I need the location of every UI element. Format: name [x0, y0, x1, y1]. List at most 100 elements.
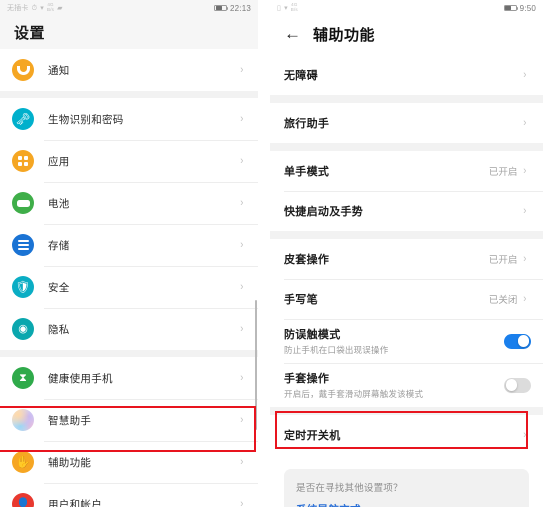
- apps-grid-icon: [12, 150, 34, 172]
- list-item-label: 快捷启动及手势: [284, 206, 364, 218]
- sidebar-item-smart-assistant[interactable]: 智慧助手 ›: [0, 399, 258, 441]
- status-time: 9:50: [519, 3, 536, 13]
- list-item-label: 无障碍: [284, 70, 318, 82]
- page-title: 辅助功能: [313, 27, 376, 44]
- list-item-description: 开启后，戴手套滑动屏幕触发该模式: [284, 389, 424, 399]
- list-item-shortcuts-gestures[interactable]: 快捷启动及手势 ›: [270, 191, 543, 231]
- list-item-label: 用户和帐户: [48, 498, 102, 507]
- ai-orb-icon: [12, 409, 34, 431]
- shield-check-icon: 🛡: [12, 276, 34, 298]
- status-badge: 已开启: [488, 255, 518, 266]
- accessibility-group-3: 单手模式 已开启 › 快捷启动及手势 ›: [270, 151, 543, 231]
- camera-icon: ▰: [57, 4, 63, 12]
- bell-icon: [12, 59, 34, 81]
- left-status-bar: 无插卡 ⏱ ▾ 4G B/s ▰ 22:13: [0, 0, 258, 16]
- suggestion-card: 是否在寻找其他设置项？ 系统导航方式: [284, 469, 529, 507]
- list-item-label: 手套操作: [284, 373, 330, 385]
- list-item-barrier-free[interactable]: 无障碍 ›: [270, 55, 543, 95]
- sidebar-item-biometrics[interactable]: 🗝 生物识别和密码 ›: [0, 98, 258, 140]
- toggle-glove-mode[interactable]: [504, 377, 531, 393]
- group-divider: [0, 350, 258, 357]
- list-item-label: 存储: [48, 239, 70, 252]
- page-title: 设置: [14, 25, 46, 42]
- chevron-right-icon: ›: [240, 64, 244, 76]
- toggle-pocket-mode[interactable]: [504, 333, 531, 349]
- suggestion-link[interactable]: 系统导航方式: [296, 502, 517, 507]
- user-icon: 👤: [12, 493, 34, 507]
- battery-icon: [503, 4, 519, 12]
- list-item-label: 皮套操作: [284, 254, 330, 266]
- left-status-icons: 无插卡 ⏱ ▾ 4G B/s ▰: [7, 2, 63, 12]
- chevron-right-icon: ›: [523, 253, 527, 265]
- chevron-right-icon: ›: [523, 293, 527, 305]
- storage-icon: [12, 234, 34, 256]
- sim-card-icon: ▯: [277, 4, 282, 12]
- list-item-case-operation[interactable]: 皮套操作 已开启 ›: [270, 239, 543, 279]
- list-item-label: 单手模式: [284, 166, 330, 178]
- list-item-stylus[interactable]: 手写笔 已关闭 ›: [270, 279, 543, 319]
- right-status-right: 9:50: [503, 3, 536, 13]
- list-item-label: 电池: [48, 197, 70, 210]
- chevron-right-icon: ›: [240, 239, 244, 251]
- sim-carrier-label: 无插卡: [7, 4, 29, 12]
- group-divider: [270, 143, 543, 151]
- list-item-label: 隐私: [48, 323, 70, 336]
- right-phone-screen: ▯ ▾ 4G B/s 9:50 ← 辅助功能 无障碍 › 旅行助手 › 单手模式…: [270, 0, 543, 507]
- list-item-scheduled-power[interactable]: 定时开关机 ›: [270, 415, 543, 455]
- alarm-icon: ⏱: [31, 4, 38, 12]
- list-item-label: 防误触模式: [284, 329, 341, 341]
- privacy-lock-icon: ◉: [12, 318, 34, 340]
- chevron-right-icon: ›: [240, 498, 244, 507]
- scrollbar-thumb[interactable]: [254, 300, 257, 430]
- battery-icon: [12, 192, 34, 214]
- settings-group-1: 通知 ›: [0, 49, 258, 91]
- list-item-label: 定时开关机: [284, 430, 341, 442]
- list-item-travel-assistant[interactable]: 旅行助手 ›: [270, 103, 543, 143]
- chevron-right-icon: ›: [523, 69, 527, 81]
- sidebar-item-storage[interactable]: 存储 ›: [0, 224, 258, 266]
- key-icon: 🗝: [12, 108, 34, 130]
- settings-group-2: 🗝 生物识别和密码 › 应用 › 电池 › 存储 › 🛡 安全 › ◉ 隐私 ›: [0, 98, 258, 350]
- left-phone-screen: 无插卡 ⏱ ▾ 4G B/s ▰ 22:13 设置 通知 › 🗝 生物识别和密码…: [0, 0, 258, 507]
- list-item-label: 辅助功能: [48, 456, 92, 469]
- accessibility-group-5: 定时开关机 ›: [270, 415, 543, 455]
- sidebar-item-privacy[interactable]: ◉ 隐私 ›: [0, 308, 258, 350]
- sidebar-item-security[interactable]: 🛡 安全 ›: [0, 266, 258, 308]
- list-item-one-hand-mode[interactable]: 单手模式 已开启 ›: [270, 151, 543, 191]
- status-badge: 已关闭: [488, 295, 518, 306]
- dual-phone-screenshot: 无插卡 ⏱ ▾ 4G B/s ▰ 22:13 设置 通知 › 🗝 生物识别和密码…: [0, 0, 543, 507]
- sidebar-item-apps[interactable]: 应用 ›: [0, 140, 258, 182]
- group-divider: [0, 91, 258, 98]
- sidebar-item-accessibility[interactable]: ✋ 辅助功能 ›: [0, 441, 258, 483]
- sidebar-item-digital-balance[interactable]: ⧗ 健康使用手机 ›: [0, 357, 258, 399]
- right-status-bar: ▯ ▾ 4G B/s 9:50: [270, 0, 543, 16]
- network-speed-unit: B/s: [290, 7, 298, 12]
- accessibility-group-1: 无障碍 ›: [270, 55, 543, 95]
- chevron-right-icon: ›: [240, 323, 244, 335]
- list-item-glove-mode[interactable]: 手套操作 开启后，戴手套滑动屏幕触发该模式: [270, 363, 543, 407]
- chevron-right-icon: ›: [240, 414, 244, 426]
- panel-separator: [258, 0, 270, 507]
- group-divider: [270, 407, 543, 415]
- chevron-right-icon: ›: [240, 281, 244, 293]
- chevron-right-icon: ›: [240, 372, 244, 384]
- list-item-label: 智慧助手: [48, 414, 92, 427]
- suggestion-question: 是否在寻找其他设置项？: [296, 483, 403, 494]
- sidebar-item-battery[interactable]: 电池 ›: [0, 182, 258, 224]
- list-item-pocket-mode[interactable]: 防误触模式 防止手机在口袋出现误操作: [270, 319, 543, 363]
- wifi-icon: ▾: [284, 4, 288, 12]
- status-time: 22:13: [229, 3, 251, 13]
- back-arrow-icon[interactable]: ←: [284, 25, 301, 42]
- sidebar-item-notifications[interactable]: 通知 ›: [0, 49, 258, 91]
- sidebar-item-users-accounts[interactable]: 👤 用户和帐户 ›: [0, 483, 258, 507]
- list-item-label: 生物识别和密码: [48, 113, 124, 126]
- network-speed-indicator: 4G B/s: [290, 2, 298, 12]
- right-status-icons: ▯ ▾ 4G B/s: [277, 2, 298, 12]
- group-divider: [270, 231, 543, 239]
- group-divider: [270, 95, 543, 103]
- chevron-right-icon: ›: [523, 429, 527, 441]
- list-item-label: 应用: [48, 155, 70, 168]
- chevron-right-icon: ›: [523, 165, 527, 177]
- hand-icon: ✋: [12, 451, 34, 473]
- accessibility-group-4: 皮套操作 已开启 › 手写笔 已关闭 › 防误触模式 防止手机在口袋出现误操作 …: [270, 239, 543, 407]
